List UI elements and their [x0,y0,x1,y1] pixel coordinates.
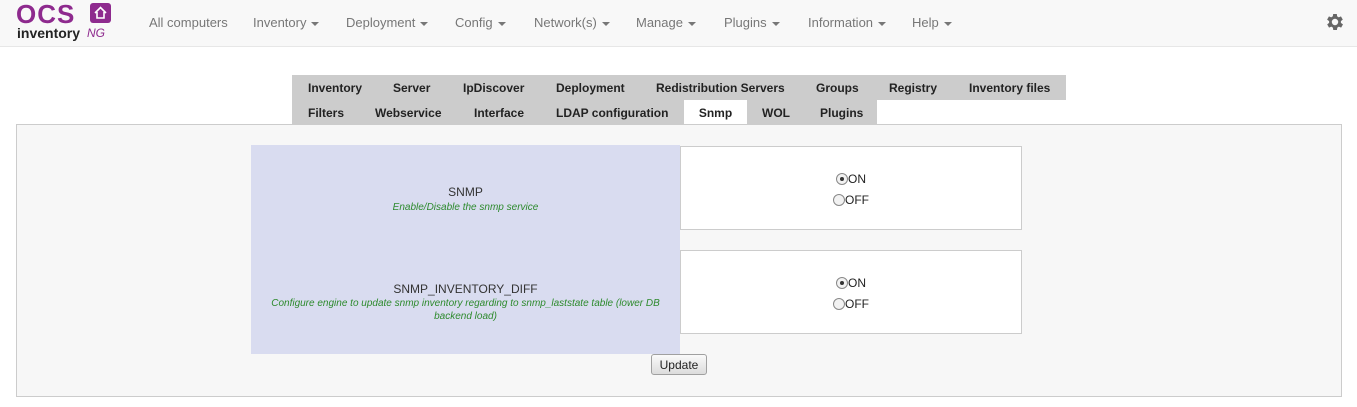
nav-all-computers[interactable]: All computers [149,15,228,30]
nav-inventory[interactable]: Inventory [253,15,320,30]
nav-networks[interactable]: Network(s) [534,15,610,30]
tab-webservice[interactable]: Webservice [375,100,442,125]
tab-inventory[interactable]: Inventory [308,75,362,100]
gear-icon[interactable] [1324,11,1346,33]
nav-label: Config [455,15,493,30]
tab-registry[interactable]: Registry [889,75,937,100]
nav-plugins[interactable]: Plugins [724,15,780,30]
tab-groups[interactable]: Groups [816,75,859,100]
config-tabs-row-2: Filters Webservice Interface LDAP config… [292,100,877,125]
radio-option-on[interactable]: ON [836,172,866,186]
radio-label: ON [848,276,866,290]
nav-information[interactable]: Information [808,15,887,30]
nav-label: Inventory [253,15,307,30]
nav-config[interactable]: Config [455,15,506,30]
option-name-snmp-inventory-diff: SNMP_INVENTORY_DIFF [393,282,538,296]
nav-label: Manage [636,15,683,30]
nav-manage[interactable]: Manage [636,15,696,30]
tab-plugins[interactable]: Plugins [820,100,863,125]
radio-label: ON [848,172,866,186]
chevron-down-icon [420,21,429,26]
radio-option-off[interactable]: OFF [833,193,869,207]
tab-filters[interactable]: Filters [308,100,344,125]
option-name-snmp: SNMP [448,185,483,199]
logo-text-bottom: inventory [17,25,81,41]
radio-label: OFF [845,193,869,207]
chevron-down-icon [497,21,506,26]
option-value-snmp-inventory-diff: ON OFF [680,250,1022,334]
radio-button[interactable] [833,298,845,310]
nav-label: All computers [149,15,228,30]
chevron-down-icon [601,21,610,26]
chevron-down-icon [311,21,320,26]
ocs-logo[interactable]: OCS inventory NG [16,0,116,43]
tab-snmp[interactable]: Snmp [684,100,747,125]
chevron-down-icon [878,21,887,26]
tab-ipdiscover[interactable]: IpDiscover [463,75,524,100]
chevron-down-icon [771,21,780,26]
top-navbar: OCS inventory NG All computers Inventory… [0,0,1357,47]
nav-label: Help [912,15,939,30]
tab-ldap-configuration[interactable]: LDAP configuration [556,100,668,125]
radio-label: OFF [845,297,869,311]
option-description-snmp-inventory-diff: Configure engine to update snmp inventor… [271,298,660,322]
radio-button[interactable] [833,194,845,206]
nav-deployment[interactable]: Deployment [346,15,429,30]
option-value-snmp: ON OFF [680,146,1022,230]
nav-label: Deployment [346,15,416,30]
option-description-snmp: Enable/Disable the snmp service [392,202,539,213]
tab-interface[interactable]: Interface [474,100,524,125]
tab-wol[interactable]: WOL [762,100,790,125]
radio-option-off[interactable]: OFF [833,297,869,311]
tab-inventory-files[interactable]: Inventory files [969,75,1050,100]
logo-suffix: NG [87,26,105,40]
nav-label: Plugins [724,15,767,30]
option-labels-area: SNMP Enable/Disable the snmp service SNM… [251,145,680,354]
tab-server[interactable]: Server [393,75,430,100]
update-button[interactable]: Update [651,354,707,375]
tab-deployment[interactable]: Deployment [556,75,625,100]
nav-label: Information [808,15,874,30]
tab-redistribution-servers[interactable]: Redistribution Servers [656,75,785,100]
radio-button[interactable] [836,277,848,289]
chevron-down-icon [943,21,952,26]
chevron-down-icon [687,21,696,26]
radio-button[interactable] [836,173,848,185]
nav-label: Network(s) [534,15,597,30]
radio-option-on[interactable]: ON [836,276,866,290]
config-tabs-row-1: Inventory Server IpDiscover Deployment R… [292,75,1066,100]
home-icon [90,3,111,23]
nav-help[interactable]: Help [912,15,952,30]
